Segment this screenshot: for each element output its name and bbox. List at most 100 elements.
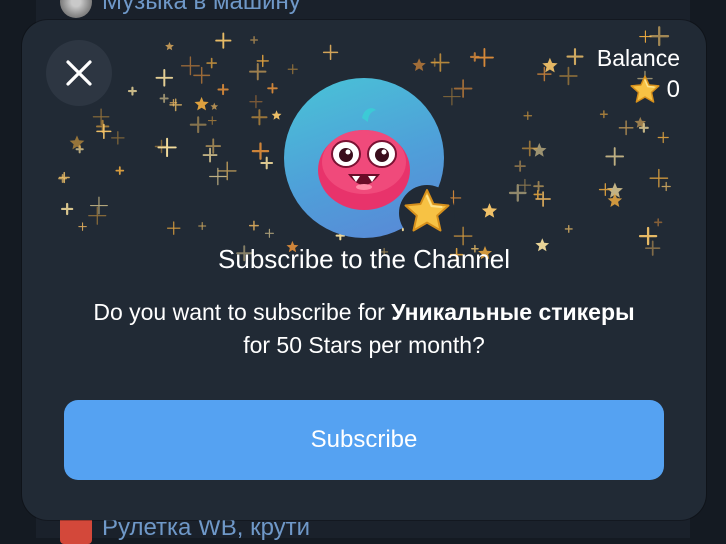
sparkle <box>209 167 227 186</box>
sparkle-star <box>542 57 558 73</box>
sparkle <box>249 95 263 109</box>
sparkle <box>514 160 526 172</box>
sparkle <box>443 87 461 106</box>
sparkle <box>250 35 259 44</box>
sparkle-star <box>412 58 426 71</box>
sparkle <box>58 171 70 184</box>
sparkle <box>92 108 110 126</box>
sparkle-star <box>607 193 623 207</box>
sparkle <box>649 168 669 188</box>
sparkle <box>431 53 450 72</box>
sparkle <box>533 189 543 199</box>
sparkle <box>564 224 573 233</box>
sparkle <box>535 191 551 207</box>
sparkle <box>430 58 440 67</box>
sparkle <box>599 110 608 119</box>
background-item-label: Музыка в машину <box>102 0 301 15</box>
sparkle <box>264 228 274 238</box>
sparkle <box>537 66 552 82</box>
balance-label: Balance <box>596 45 680 71</box>
sparkle <box>533 180 544 192</box>
sparkle <box>115 166 125 175</box>
sparkle <box>166 221 181 235</box>
background-list-item: Музыка в машину <box>60 0 301 18</box>
close-icon <box>66 60 92 86</box>
sparkle <box>154 139 169 154</box>
sparkle <box>251 142 270 160</box>
sparkle <box>193 66 211 84</box>
sparkle <box>96 123 112 140</box>
sparkle <box>649 26 670 47</box>
subscribe-button[interactable]: Subscribe <box>64 400 664 480</box>
sparkle <box>469 52 480 62</box>
sparkle <box>78 222 87 231</box>
sparkle-star <box>606 182 623 198</box>
sparkle <box>453 79 473 98</box>
sparkle <box>217 161 237 181</box>
sparkle <box>215 32 232 49</box>
sparkle <box>206 57 218 69</box>
sparkle <box>559 66 578 86</box>
sparkle <box>96 119 110 134</box>
sparkle <box>523 111 533 121</box>
sparkle <box>205 138 222 154</box>
balance-row: 0 <box>597 74 680 106</box>
sparkle <box>251 109 268 126</box>
sparkle <box>453 226 473 246</box>
sparkle <box>566 48 584 66</box>
dialog-description: Do you want to subscribe for Уникальные … <box>82 296 646 362</box>
close-button[interactable] <box>46 40 112 106</box>
sparkle <box>58 174 68 183</box>
sparkle <box>88 206 107 225</box>
sparkle <box>127 86 137 96</box>
sparkle-star <box>165 41 174 51</box>
sparkle <box>202 147 218 163</box>
sparkle <box>605 147 625 166</box>
sparkle <box>638 122 649 133</box>
balance-amount: 0 <box>666 76 680 103</box>
sparkle <box>169 98 183 112</box>
sparkle <box>639 30 652 43</box>
sparkle <box>75 145 84 154</box>
sparkle-star <box>532 142 547 157</box>
sparkle <box>89 196 108 215</box>
sparkle <box>198 222 207 231</box>
description-suffix: for 50 Stars per month? <box>243 332 485 358</box>
dialog-title: Subscribe to the Channel <box>218 244 510 274</box>
sparkle <box>189 116 207 134</box>
sparkle <box>248 220 259 231</box>
sparkle <box>638 226 658 246</box>
sparkle <box>267 83 278 94</box>
sparkle <box>207 116 217 125</box>
sparkle-star <box>210 102 219 110</box>
sparkle <box>474 48 494 68</box>
sparkle <box>169 98 178 107</box>
sparkle <box>157 137 177 158</box>
sparkle <box>260 156 274 170</box>
sparkle <box>287 64 298 75</box>
sparkle <box>661 181 671 192</box>
sparkle <box>518 178 532 192</box>
cd-icon <box>60 0 92 18</box>
sparkle <box>521 140 538 157</box>
sparkle <box>180 56 200 76</box>
sparkle <box>508 184 527 202</box>
sparkle <box>159 93 169 103</box>
sparkle <box>217 83 229 96</box>
balance-widget: Balance 0 <box>597 44 680 106</box>
sparkle-star <box>69 135 85 150</box>
channel-avatar-container <box>284 78 455 241</box>
subscribe-dialog: Balance 0 Subscribe to the Channel Do yo… <box>22 20 706 520</box>
subscribe-button-label: Subscribe <box>310 426 418 453</box>
description-prefix: Do you want to subscribe for <box>93 299 392 325</box>
channel-name: Уникальные стикеры <box>391 299 635 325</box>
sparkle <box>111 131 125 145</box>
sparkle-star <box>481 203 498 218</box>
sparkle <box>657 131 669 144</box>
sparkle-star <box>194 96 209 111</box>
sparkle-star <box>634 116 646 128</box>
sparkle <box>61 202 74 216</box>
sparkle <box>618 120 634 136</box>
star-badge-icon <box>399 185 455 241</box>
sparkle-star <box>271 110 282 120</box>
